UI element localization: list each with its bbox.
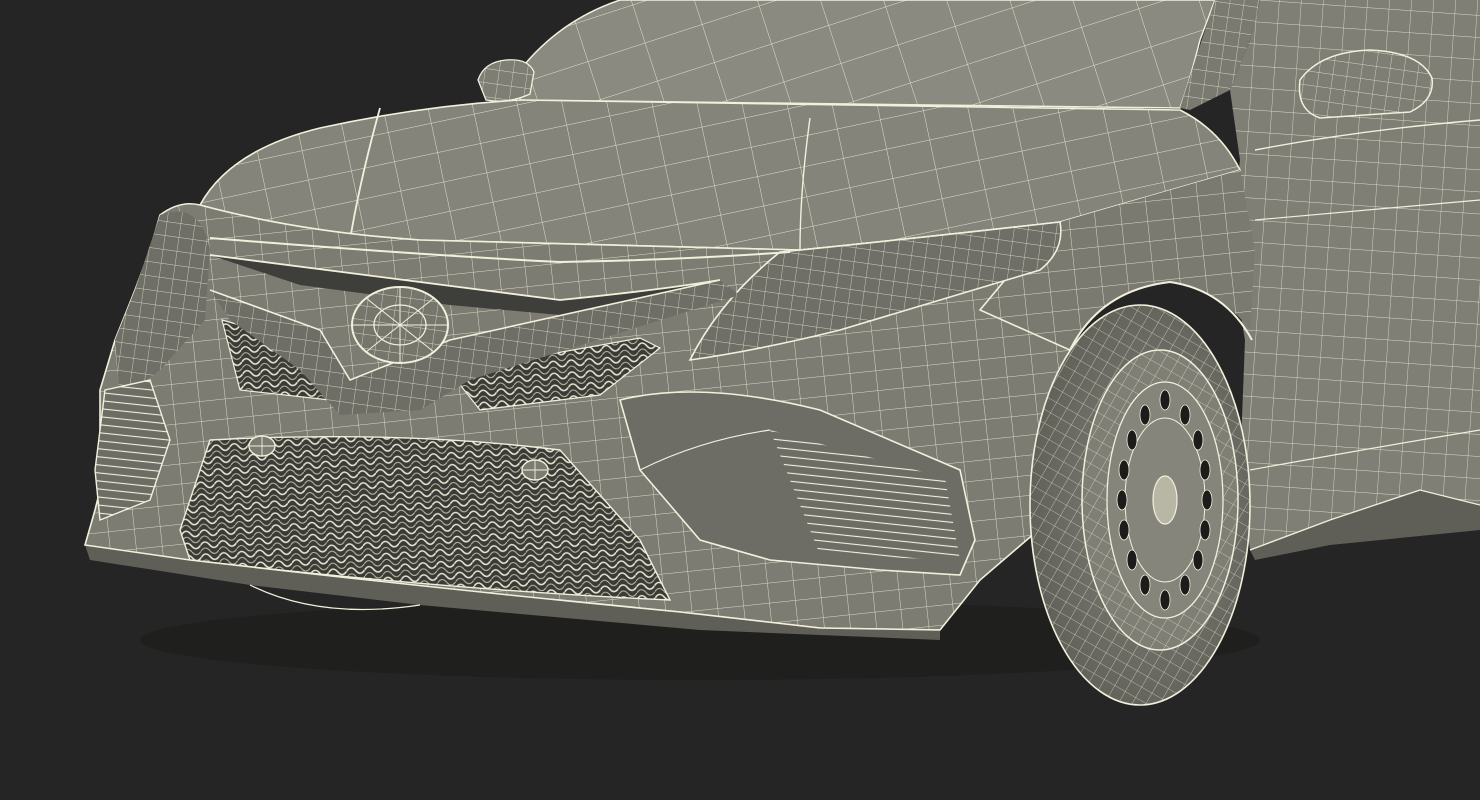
emblem-icon bbox=[351, 286, 449, 364]
windshield bbox=[519, 0, 1216, 109]
render-viewport bbox=[0, 0, 1480, 800]
car-wireframe-scene bbox=[84, 0, 1480, 706]
parking-sensor-left bbox=[248, 435, 276, 457]
parking-sensor-right bbox=[521, 459, 549, 481]
wheel-rim bbox=[1106, 381, 1224, 619]
side-mirror-left bbox=[477, 59, 535, 102]
